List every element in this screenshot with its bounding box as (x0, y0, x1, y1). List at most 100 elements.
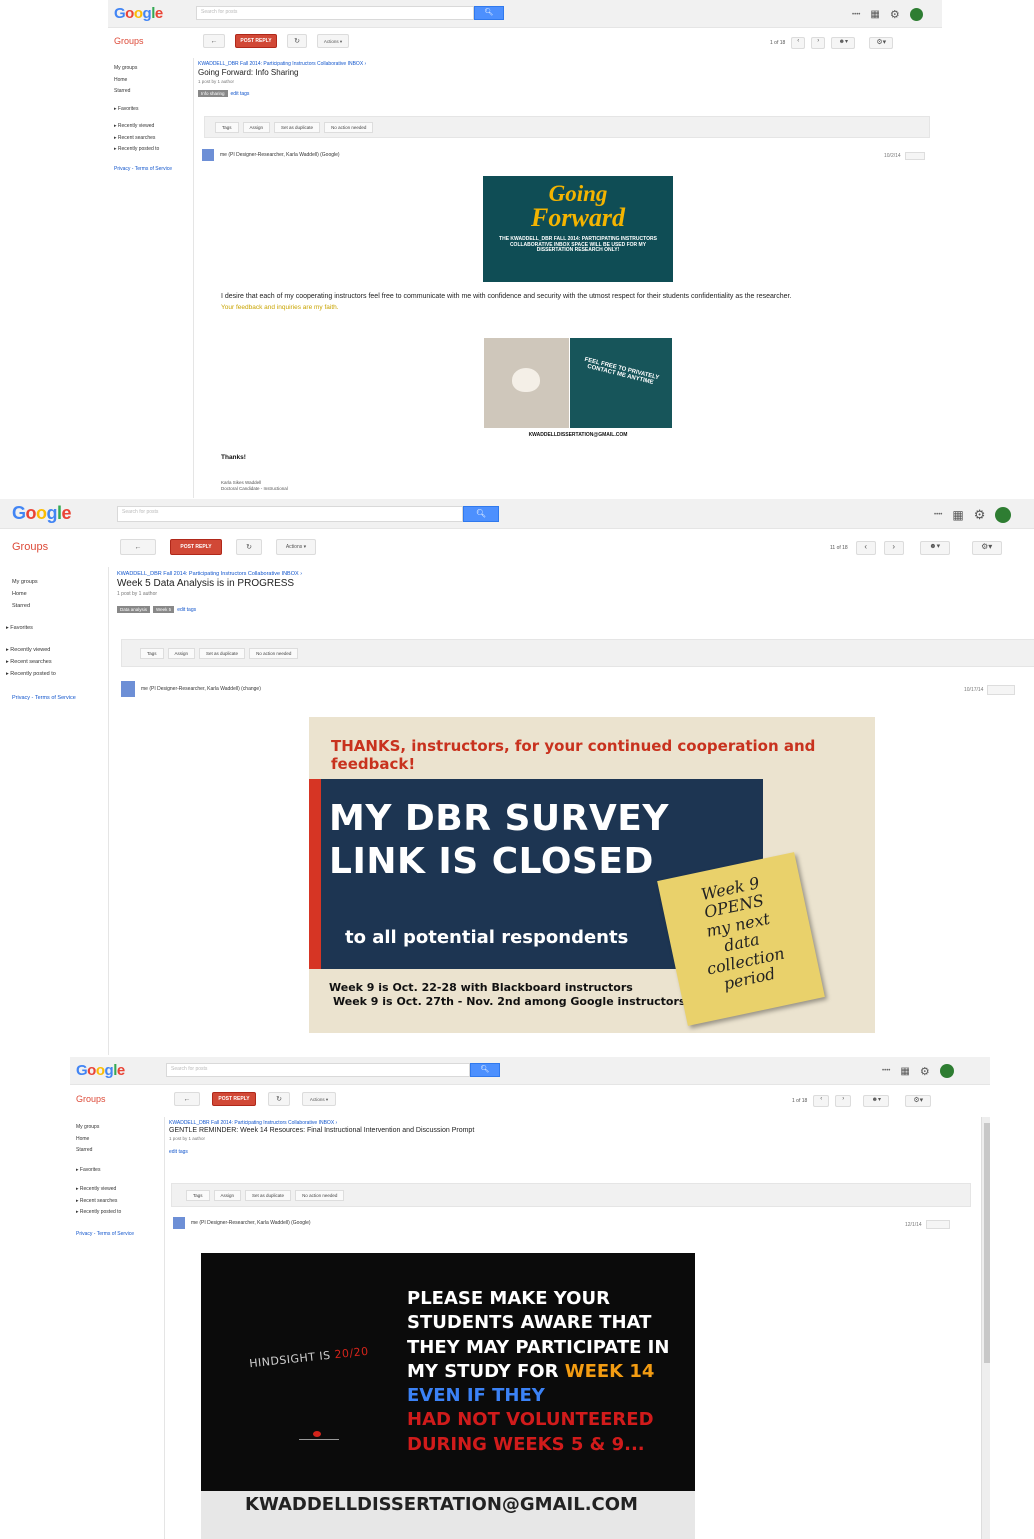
back-button[interactable]: ← (120, 539, 156, 555)
next-button[interactable]: › (883, 541, 904, 555)
user-menu-button[interactable]: ☻▾ (919, 541, 950, 555)
next-button[interactable]: › (835, 1095, 852, 1107)
nav-recent-searches[interactable]: ▸ Recent searches (114, 135, 172, 142)
search-input[interactable]: Search for posts (166, 1063, 470, 1077)
set-duplicate-button[interactable]: Set as duplicate (274, 121, 321, 133)
no-action-button[interactable]: No action needed (324, 121, 374, 133)
edit-tags-link[interactable]: edit tags (177, 607, 196, 613)
apps-grid-icon[interactable]: ▦ (870, 9, 879, 20)
author-name[interactable]: me (PI Designer-Researcher, Karla Waddel… (191, 1220, 311, 1226)
refresh-button[interactable]: ↻ (287, 34, 307, 48)
settings-gear-icon[interactable]: ⚙ (974, 507, 986, 523)
settings-button[interactable]: ⚙▾ (905, 1095, 932, 1107)
nav-recently-viewed[interactable]: ▸ Recently viewed (76, 1186, 134, 1193)
avatar[interactable] (909, 8, 923, 21)
nav-recently-viewed[interactable]: ▸ Recently viewed (6, 647, 76, 653)
prev-button[interactable]: ‹ (813, 1095, 830, 1107)
prev-button[interactable]: ‹ (791, 37, 806, 49)
avatar[interactable] (939, 1064, 954, 1078)
nav-favorites[interactable]: ▸ Favorites (114, 106, 172, 113)
refresh-button[interactable]: ↻ (236, 539, 262, 555)
author-name[interactable]: me (PI Designer-Researcher, Karla Waddel… (220, 152, 340, 158)
nav-home[interactable]: Home (114, 77, 172, 84)
set-duplicate-button[interactable]: Set as duplicate (245, 1189, 292, 1201)
nav-starred[interactable]: Starred (76, 1147, 134, 1154)
tags-button[interactable]: Tags (215, 121, 239, 133)
account-link[interactable]: •••• (934, 512, 942, 518)
post-reply-button[interactable]: POST REPLY (212, 1092, 256, 1106)
search-input[interactable]: Search for posts (196, 6, 474, 20)
refresh-button[interactable]: ↻ (268, 1092, 290, 1106)
search-button[interactable]: 🔍︎ (463, 506, 499, 522)
scrollbar[interactable] (981, 1117, 990, 1539)
edit-tags-link[interactable]: edit tags (169, 1149, 188, 1155)
author-name[interactable]: me (PI Designer-Researcher, Karla Waddel… (141, 686, 261, 692)
nav-recently-posted[interactable]: ▸ Recently posted to (114, 146, 172, 153)
scrollbar-thumb[interactable] (984, 1123, 990, 1363)
edit-tags-link[interactable]: edit tags (231, 91, 250, 97)
back-button[interactable]: ← (203, 34, 225, 48)
assign-button[interactable]: Assign (213, 1189, 242, 1201)
actions-dropdown[interactable]: Actions ▾ (302, 1092, 336, 1106)
nav-recently-posted[interactable]: ▸ Recently posted to (6, 671, 76, 677)
nav-recently-viewed[interactable]: ▸ Recently viewed (114, 123, 172, 130)
nav-home[interactable]: Home (76, 1136, 134, 1143)
user-menu-button[interactable]: ☻▾ (863, 1095, 890, 1107)
post-reply-menu[interactable] (904, 152, 925, 160)
avatar[interactable] (995, 507, 1012, 523)
tag-chip[interactable]: Info sharing (198, 90, 228, 97)
search-button[interactable]: 🔍︎ (470, 1063, 500, 1077)
breadcrumb[interactable]: KWADDELL_DBR Fall 2014: Participating In… (169, 1120, 986, 1126)
account-link[interactable]: •••• (882, 1068, 890, 1074)
settings-gear-icon[interactable]: ⚙ (890, 8, 900, 21)
nav-favorites[interactable]: ▸ Favorites (76, 1167, 134, 1174)
post-reply-menu[interactable] (925, 1220, 950, 1229)
settings-gear-icon[interactable]: ⚙ (920, 1065, 930, 1078)
settings-button[interactable]: ⚙▾ (869, 37, 894, 49)
nav-favorites[interactable]: ▸ Favorites (6, 625, 76, 631)
google-logo[interactable]: Google (114, 5, 163, 22)
breadcrumb[interactable]: KWADDELL_DBR Fall 2014: Participating In… (117, 571, 1026, 577)
nav-my-groups[interactable]: My groups (12, 579, 76, 585)
prev-button[interactable]: ‹ (855, 541, 876, 555)
privacy-terms-link[interactable]: Privacy - Terms of Service (114, 166, 172, 173)
nav-starred[interactable]: Starred (114, 88, 172, 95)
actions-dropdown[interactable]: Actions ▾ (317, 34, 349, 48)
tag-chip[interactable]: Week 5 (153, 606, 175, 613)
actions-dropdown[interactable]: Actions ▾ (276, 539, 316, 555)
nav-my-groups[interactable]: My groups (76, 1124, 134, 1131)
nav-recent-searches[interactable]: ▸ Recent searches (76, 1198, 134, 1205)
next-button[interactable]: › (811, 37, 826, 49)
account-link[interactable]: •••• (852, 12, 860, 18)
nav-recent-searches[interactable]: ▸ Recent searches (6, 659, 76, 665)
groups-label[interactable]: Groups (76, 1094, 106, 1104)
search-input[interactable]: Search for posts (117, 506, 463, 522)
google-logo[interactable]: Google (76, 1062, 125, 1079)
nav-starred[interactable]: Starred (12, 603, 76, 609)
assign-button[interactable]: Assign (167, 647, 196, 659)
privacy-terms-link[interactable]: Privacy - Terms of Service (12, 695, 76, 701)
no-action-button[interactable]: No action needed (249, 647, 299, 659)
back-button[interactable]: ← (174, 1092, 200, 1106)
groups-label[interactable]: Groups (12, 541, 48, 553)
assign-button[interactable]: Assign (242, 121, 271, 133)
groups-label[interactable]: Groups (114, 36, 144, 46)
breadcrumb[interactable]: KWADDELL_DBR Fall 2014: Participating In… (198, 61, 938, 67)
nav-my-groups[interactable]: My groups (114, 65, 172, 72)
tags-button[interactable]: Tags (140, 647, 164, 659)
apps-grid-icon[interactable]: ▦ (952, 508, 963, 522)
tag-chip[interactable]: Data analysis (117, 606, 151, 613)
no-action-button[interactable]: No action needed (295, 1189, 345, 1201)
post-reply-button[interactable]: POST REPLY (170, 539, 222, 555)
user-menu-button[interactable]: ☻▾ (831, 37, 856, 49)
set-duplicate-button[interactable]: Set as duplicate (199, 647, 246, 659)
tags-button[interactable]: Tags (186, 1189, 210, 1201)
post-reply-menu[interactable] (987, 685, 1016, 695)
post-reply-button[interactable]: POST REPLY (235, 34, 277, 48)
nav-home[interactable]: Home (12, 591, 76, 597)
privacy-terms-link[interactable]: Privacy - Terms of Service (76, 1231, 134, 1238)
search-button[interactable]: 🔍︎ (474, 6, 504, 20)
google-logo[interactable]: Google (12, 503, 72, 524)
settings-button[interactable]: ⚙▾ (971, 541, 1002, 555)
nav-recently-posted[interactable]: ▸ Recently posted to (76, 1209, 134, 1216)
